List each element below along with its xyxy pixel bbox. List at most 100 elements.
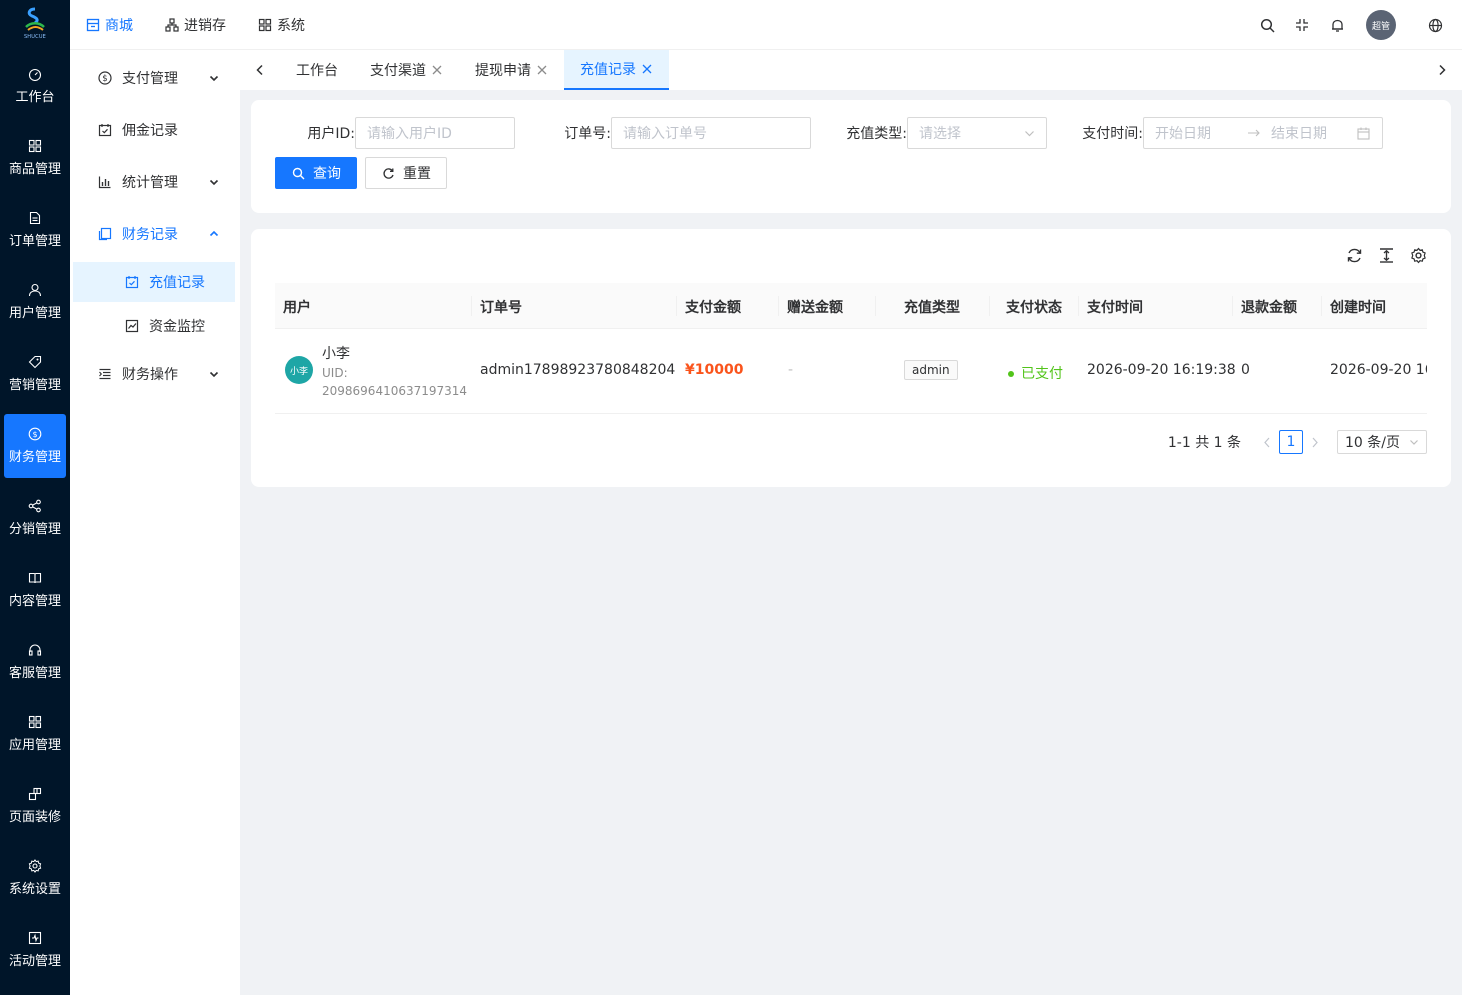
subnav-recharge-records[interactable]: 充值记录 [73,262,235,302]
topnav-mall-label: 商城 [105,17,133,34]
topnav-mall[interactable]: 商城 [86,15,133,35]
refresh-icon[interactable] [1345,246,1363,264]
reload-icon [381,166,395,180]
pagination-total: 1-1 共 1 条 [1167,435,1242,451]
subnav-fund-monitor[interactable]: 资金监控 [73,306,235,346]
dollar-circle-icon: $ [98,71,112,85]
rail-item-4[interactable]: 营销管理 [4,342,66,406]
page-size-select[interactable]: 10 条/页 [1337,430,1427,454]
headset-icon [28,643,42,657]
page-size-value: 10 条/页 [1345,435,1400,451]
pay-status-text: 已支付 [1021,366,1063,382]
next-page-button[interactable] [1303,430,1327,454]
rail-item-1[interactable]: 商品管理 [4,126,66,190]
rail-item-2[interactable]: 订单管理 [4,198,66,262]
chevron-down-icon [208,72,220,84]
chevron-down-icon [1025,130,1034,136]
recharge-type-placeholder: 请选择 [919,126,961,142]
end-date-input[interactable]: 结束日期 [1271,123,1357,143]
subnav-finance-operations[interactable]: 财务操作 [70,350,240,398]
table-row[interactable]: 小李 小李 UID: 2098696410637197314 admin1789… [275,329,1427,414]
tab-withdraw-requests[interactable]: 提现申请 [459,50,564,90]
rail-item-3[interactable]: 用户管理 [4,270,66,334]
activity-icon [28,931,42,945]
filter-panel: 用户ID: 请输入用户ID 订单号: 请输入订单号 充值类型: 请选择 支付时间… [251,100,1451,213]
tab-recharge-records[interactable]: 充值记录 [564,50,669,90]
subnav-recharge-label: 充值记录 [149,275,205,291]
topnav-system[interactable]: 系统 [258,15,305,35]
chevron-right-icon [1312,437,1318,447]
subnav-commission-records[interactable]: 佣金记录 [70,106,240,154]
layout-icon [28,787,42,801]
query-button[interactable]: 查询 [275,157,357,189]
rail-item-0[interactable]: 工作台 [4,54,66,118]
page-1-button[interactable]: 1 [1279,430,1304,454]
col-bonus: 赠送金额 [787,300,843,316]
order-no-label: 订单号: [564,126,611,142]
close-icon[interactable] [641,63,653,75]
rail-item-8[interactable]: 客服管理 [4,630,66,694]
close-icon[interactable] [431,64,443,76]
globe-icon[interactable] [1427,17,1443,33]
logo[interactable]: SHUCUE [0,0,70,50]
subnav-payment-management[interactable]: $ 支付管理 [70,54,240,102]
chevron-down-icon [208,368,220,380]
close-icon[interactable] [536,64,548,76]
subnav-statistics[interactable]: 统计管理 [70,158,240,206]
fullscreen-icon[interactable] [1294,17,1310,33]
search-icon [291,166,305,180]
bell-icon[interactable] [1329,17,1345,33]
user-avatar[interactable]: 超管 [1366,10,1396,40]
rail-item-label: 工作台 [15,90,55,105]
pagination: 1-1 共 1 条 1 10 条/页 [1168,430,1427,454]
calendar-icon [1357,127,1370,140]
search-icon[interactable] [1259,17,1275,33]
tabs-scroll-right[interactable] [1422,50,1462,90]
recharge-type-select[interactable]: 请选择 [907,117,1047,149]
rail-item-11[interactable]: 系统设置 [4,846,66,910]
recharge-type-label: 充值类型: [846,126,907,142]
tabs-scroll-left[interactable] [240,50,280,90]
tag-icon [28,355,42,369]
user-avatar: 小李 [285,356,313,384]
logo-text: SHUCUE [23,34,47,40]
tab-payment-channels-label: 支付渠道 [370,63,426,79]
gear-icon [28,859,42,873]
rail-item-label: 分销管理 [8,522,61,537]
pay-status-cell: 已支付 [1008,363,1063,383]
user-icon [28,283,42,297]
order-no-input[interactable]: 请输入订单号 [611,117,811,149]
prev-page-button[interactable] [1255,430,1279,454]
tab-withdraw-requests-label: 提现申请 [475,63,531,79]
rail-item-5[interactable]: $ 财务管理 [4,414,66,478]
start-date-input[interactable]: 开始日期 [1155,123,1245,143]
tab-workbench[interactable]: 工作台 [280,50,354,90]
topnav-inventory[interactable]: 进销存 [165,15,226,35]
subnav-finance-records[interactable]: 财务记录 [70,210,240,258]
logo-icon [25,7,45,31]
tab-payment-channels[interactable]: 支付渠道 [354,50,459,90]
rail-item-label: 活动管理 [8,954,61,969]
uid-label: UID: [322,366,348,380]
gear-icon[interactable] [1409,246,1427,264]
chevron-left-icon [256,64,263,76]
rail-item-7[interactable]: 内容管理 [4,558,66,622]
pay-time-range[interactable]: 开始日期 结束日期 [1143,117,1383,149]
user-name: 小李 [322,346,350,362]
rail-item-10[interactable]: 页面装修 [4,774,66,838]
arrow-right-icon [1248,129,1260,137]
column-height-icon[interactable] [1377,246,1395,264]
amount-cell: ¥10000 [685,362,744,378]
main-rail: SHUCUE 工作台商品管理订单管理用户管理营销管理 $ 财务管理分销管理内容管理客… [0,0,70,995]
rail-item-9[interactable]: 应用管理 [4,702,66,766]
tab-workbench-label: 工作台 [296,63,338,79]
reset-button[interactable]: 重置 [365,157,447,189]
chevron-up-icon [208,228,220,240]
rail-item-6[interactable]: 分销管理 [4,486,66,550]
rail-item-12[interactable]: 活动管理 [4,918,66,982]
col-amount: 支付金额 [685,300,741,316]
user-id-input[interactable]: 请输入用户ID [355,117,515,149]
table-header: 用户 订单号 支付金额 赠送金额 充值类型 支付状态 支付时间 退款金额 创建时… [275,283,1427,329]
dashboard-icon [28,67,42,81]
rail-item-label: 商品管理 [8,162,61,177]
